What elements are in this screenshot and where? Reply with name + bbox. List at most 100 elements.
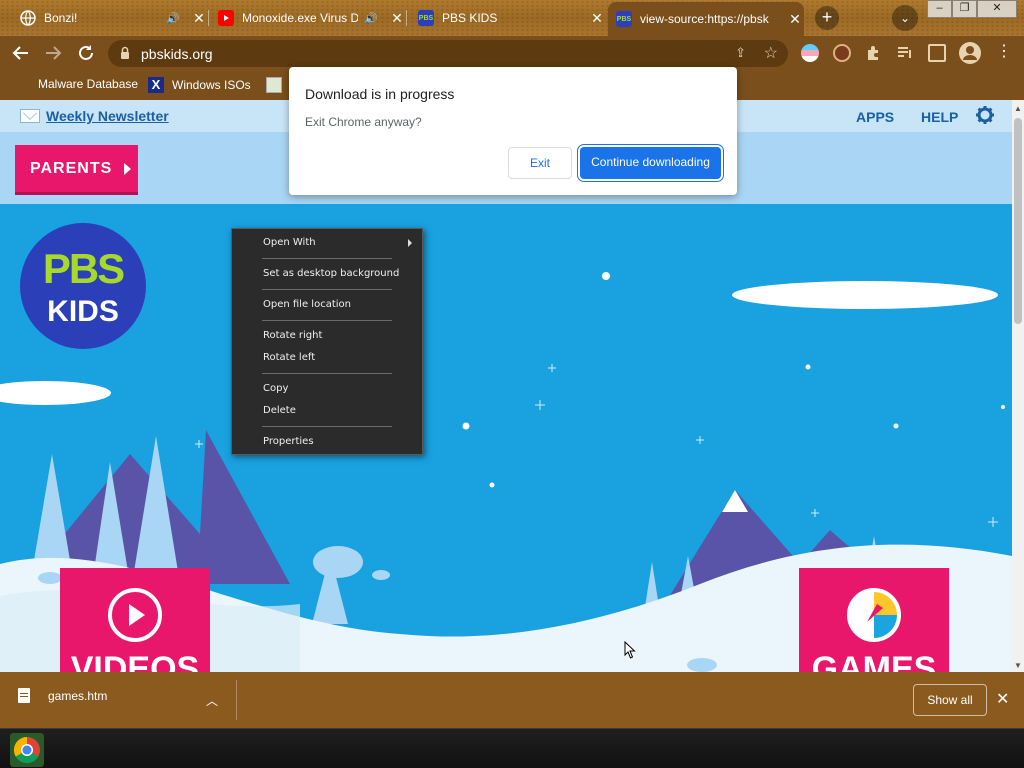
play-icon [108, 588, 162, 642]
bookmark-label: Windows ISOs [172, 78, 251, 92]
close-icon[interactable]: ✕ [588, 10, 606, 27]
tab-search-button[interactable]: ⌄ [892, 5, 918, 31]
tab-view-source[interactable]: PBS view-source:https://pbsk ✕ [608, 2, 804, 36]
forward-button[interactable] [40, 41, 66, 65]
help-link[interactable]: HELP [921, 109, 958, 125]
menu-item-label: Properties [263, 436, 314, 447]
tab-strip: Bonzi! 🔊 ✕ Monoxide.exe Virus D 🔊 ✕ PBS … [0, 0, 1024, 36]
extension-flag-icon[interactable] [801, 44, 819, 62]
new-tab-button[interactable]: + [815, 6, 839, 30]
exit-download-dialog: Download is in progress Exit Chrome anyw… [289, 67, 737, 195]
apps-link[interactable]: APPS [856, 109, 894, 125]
pbs-kids-logo[interactable]: PBS KIDS [20, 223, 146, 349]
minimize-button[interactable]: – [927, 0, 952, 18]
menu-item-label: Open file location [263, 299, 351, 310]
chevron-up-icon[interactable]: ︿ [206, 692, 218, 709]
logo-text-pbs: PBS [42, 245, 125, 292]
menu-separator [262, 289, 392, 290]
bookmark-malware-database[interactable]: Malware Database [38, 77, 138, 91]
bookmark-image[interactable] [266, 77, 290, 93]
newsletter-link[interactable]: Weekly Newsletter [20, 108, 169, 124]
menu-item-copy[interactable]: Copy [263, 383, 288, 394]
scroll-down-icon[interactable]: ▼ [1014, 661, 1022, 670]
gear-icon[interactable] [975, 105, 995, 125]
profile-avatar-icon[interactable] [959, 42, 981, 64]
tab-bonzi[interactable]: Bonzi! 🔊 ✕ [12, 4, 208, 32]
submenu-arrow-icon [408, 239, 412, 247]
speaker-icon[interactable]: 🔊 [166, 12, 180, 25]
tab-title: Monoxide.exe Virus D [242, 11, 359, 25]
close-icon[interactable]: ✕ [190, 10, 208, 27]
reload-icon [79, 45, 93, 60]
file-icon [18, 688, 30, 703]
menu-item-label: Open With [263, 237, 316, 248]
x-logo-icon: X [148, 77, 164, 93]
newsletter-label: Weekly Newsletter [46, 108, 169, 124]
chevron-right-icon [124, 162, 132, 175]
tab-separator [406, 10, 407, 26]
arrow-right-icon [46, 46, 62, 60]
back-button[interactable] [8, 41, 34, 65]
bookmark-star-icon[interactable]: ☆ [764, 43, 778, 63]
parents-label: PARENTS [30, 159, 113, 177]
tab-pbs-kids[interactable]: PBS PBS KIDS ✕ [410, 4, 606, 32]
menu-item-set-desktop-background[interactable]: Set as desktop background [263, 268, 399, 279]
menu-item-open-with[interactable]: Open With [263, 237, 413, 248]
menu-item-open-file-location[interactable]: Open file location [263, 299, 351, 310]
youtube-icon [218, 10, 234, 26]
bookmark-windows-isos[interactable]: X Windows ISOs [148, 77, 251, 93]
videos-tile[interactable]: VIDEOS [60, 568, 210, 672]
url-text: pbskids.org [141, 46, 213, 62]
reading-list-icon[interactable] [896, 44, 914, 62]
menu-separator [262, 258, 392, 259]
close-window-button[interactable]: ✕ [977, 0, 1017, 18]
exit-button[interactable]: Exit [508, 147, 572, 179]
menu-separator [262, 426, 392, 427]
scrollbar-thumb[interactable] [1014, 118, 1022, 324]
menu-kebab-icon[interactable]: ⋮ [996, 44, 1014, 62]
logo-text-kids: KIDS [47, 295, 119, 328]
dialog-message: Exit Chrome anyway? [305, 115, 422, 129]
globe-icon [20, 10, 36, 26]
close-icon[interactable]: ✕ [996, 689, 1009, 709]
arrow-left-icon [12, 46, 28, 60]
scroll-up-icon[interactable]: ▲ [1014, 104, 1022, 113]
menu-item-delete[interactable]: Delete [263, 405, 296, 416]
shelf-divider [236, 680, 237, 720]
menu-item-rotate-right[interactable]: Rotate right [263, 330, 322, 341]
mouse-cursor-icon [624, 641, 636, 659]
bookmark-label: Malware Database [38, 77, 139, 91]
parents-button[interactable]: PARENTS [15, 145, 138, 192]
side-panel-icon[interactable] [928, 44, 946, 62]
download-shelf: games.htm ︿ Show all ✕ [0, 672, 1024, 728]
continue-downloading-button[interactable]: Continue downloading [580, 147, 721, 179]
download-item[interactable]: games.htm [18, 688, 107, 703]
menu-item-rotate-left[interactable]: Rotate left [263, 352, 315, 363]
page-scrollbar[interactable]: ▲ ▼ [1012, 100, 1024, 672]
extensions-puzzle-icon[interactable] [865, 44, 883, 62]
extension-avatar-icon[interactable] [833, 44, 851, 62]
menu-separator [262, 373, 392, 374]
envelope-icon [20, 109, 40, 123]
tab-separator [208, 10, 209, 26]
browser-toolbar: pbskids.org ⇪ ☆ ⋮ [0, 36, 1024, 70]
menu-item-label: Rotate left [263, 352, 316, 363]
chrome-taskbar-icon[interactable] [10, 733, 44, 767]
menu-separator [262, 320, 392, 321]
games-label: GAMES [811, 650, 937, 672]
menu-item-properties[interactable]: Properties [263, 436, 314, 447]
speaker-icon[interactable]: 🔊 [364, 12, 378, 25]
close-icon[interactable]: ✕ [786, 11, 804, 28]
menu-item-label: Rotate right [263, 330, 323, 341]
address-bar[interactable]: pbskids.org ⇪ ☆ [108, 40, 788, 67]
close-icon[interactable]: ✕ [388, 10, 406, 27]
games-tile[interactable]: GAMES [799, 568, 949, 672]
tab-monoxide[interactable]: Monoxide.exe Virus D 🔊 ✕ [210, 4, 406, 32]
tab-title: view-source:https://pbsk [640, 12, 769, 26]
reload-button[interactable] [73, 41, 99, 65]
share-icon[interactable]: ⇪ [735, 45, 746, 61]
restore-button[interactable]: ❐ [952, 0, 977, 18]
show-all-button[interactable]: Show all [913, 684, 987, 716]
image-icon [266, 77, 282, 93]
context-menu: Open With Set as desktop background Open… [231, 228, 423, 455]
